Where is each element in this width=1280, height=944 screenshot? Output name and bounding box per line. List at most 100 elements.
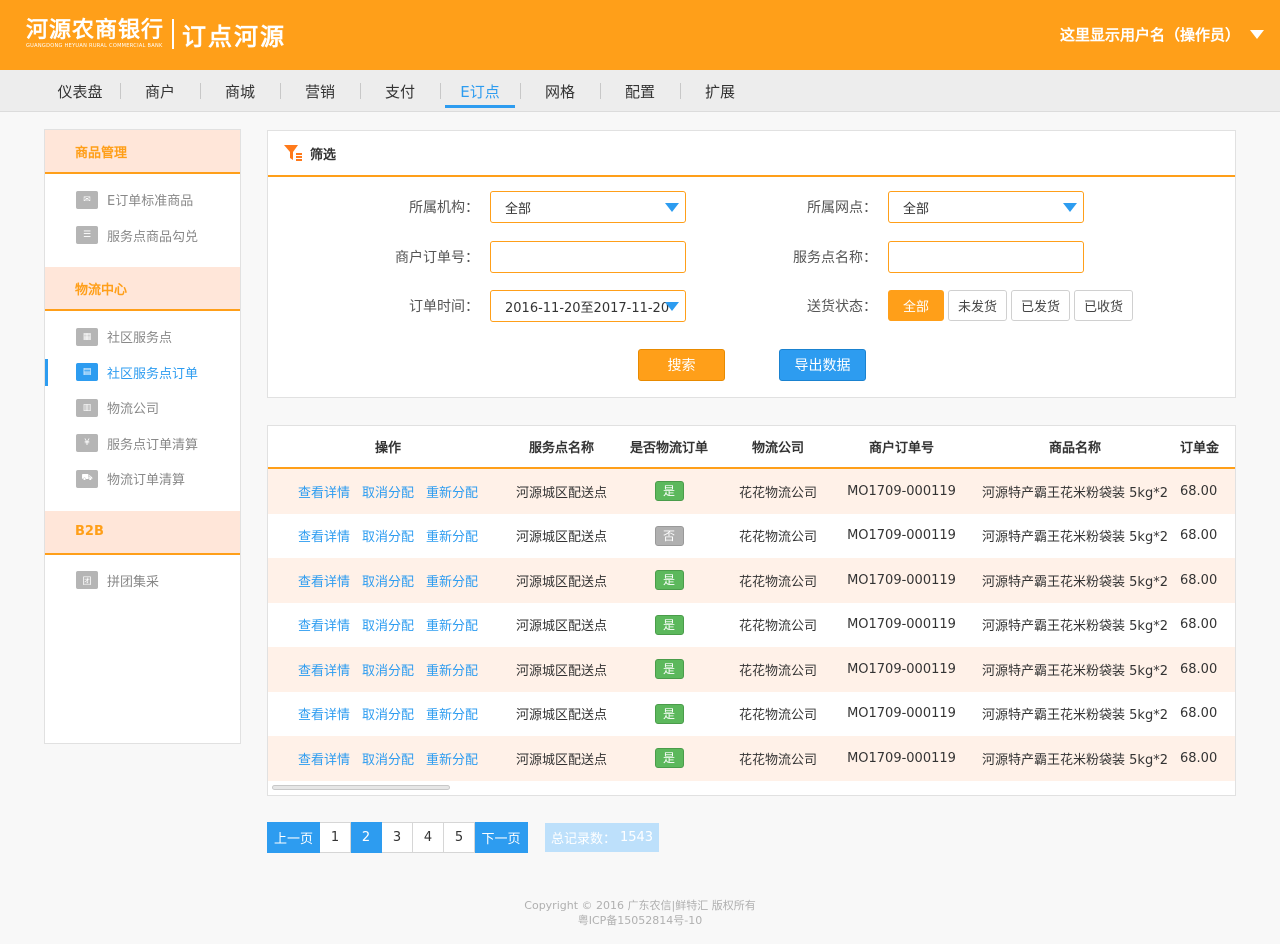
page-button[interactable]: 1 xyxy=(320,822,351,853)
sidebar-item[interactable]: ¥ 服务点订单清算 xyxy=(45,426,240,462)
sidebar-item-label: 拼团集采 xyxy=(107,574,160,590)
order-no-cell: MO1709-000119 xyxy=(847,528,956,544)
row-action-link[interactable]: 取消分配 xyxy=(362,615,414,634)
nav-item-8[interactable]: 扩展 xyxy=(680,70,760,112)
row-action-link[interactable]: 重新分配 xyxy=(426,660,478,679)
row-action-link[interactable]: 查看详情 xyxy=(298,704,350,723)
logistics-badge: 是 xyxy=(654,748,684,769)
row-action-link[interactable]: 重新分配 xyxy=(426,749,478,768)
row-action-link[interactable]: 重新分配 xyxy=(426,704,478,723)
service-point-cell: 河源城区配送点 xyxy=(515,619,607,635)
bank-logo[interactable]: 河源农商银行 GUANGDONG HEYUAN RURAL COMMERCIAL… xyxy=(26,18,287,51)
merchant-order-input[interactable] xyxy=(490,241,686,273)
row-actions: 查看详情 取消分配 重新分配 xyxy=(268,526,508,545)
row-action-link[interactable]: 取消分配 xyxy=(362,482,414,501)
app-name: 订点河源 xyxy=(182,22,287,51)
row-action-link[interactable]: 重新分配 xyxy=(426,615,478,634)
page-button[interactable]: 4 xyxy=(413,822,444,853)
row-action-link[interactable]: 取消分配 xyxy=(362,704,414,723)
product-cell: 河源特产霸王花米粉袋装 5kg*2 xyxy=(982,574,1168,590)
row-action-link[interactable]: 取消分配 xyxy=(362,526,414,545)
order-time-select[interactable]: 2016-11-20至2017-11-20 xyxy=(490,290,686,322)
nav-item-3[interactable]: 营销 xyxy=(280,70,360,112)
row-action-link[interactable]: 查看详情 xyxy=(298,660,350,679)
store-icon: ▦ xyxy=(76,327,98,346)
outlet-select[interactable]: 全部 xyxy=(888,191,1084,223)
service-point-cell: 河源城区配送点 xyxy=(515,752,607,768)
sidebar-item[interactable]: ✉ E订单标准商品 xyxy=(45,182,240,218)
nav-item-2[interactable]: 商城 xyxy=(200,70,280,112)
delivery-status-button[interactable]: 已发货 xyxy=(1011,290,1071,321)
search-button[interactable]: 搜索 xyxy=(638,349,725,381)
prev-page-button[interactable]: 上一页 xyxy=(267,822,320,853)
sidebar-item-label: 社区服务点 xyxy=(107,331,173,347)
bank-name: 河源农商银行 xyxy=(26,18,165,43)
sidebar-list: ✉ E订单标准商品 ☰ 服务点商品勾兑 xyxy=(45,174,240,267)
column-header: 服务点名称 xyxy=(528,441,594,456)
service-point-cell: 河源城区配送点 xyxy=(515,708,607,724)
table-row: 查看详情 取消分配 重新分配 河源城区配送点是花花物流公司 MO1709-000119 河… xyxy=(268,692,1235,737)
nav-item-7[interactable]: 配置 xyxy=(600,70,680,112)
row-action-link[interactable]: 重新分配 xyxy=(426,571,478,590)
delivery-status-button[interactable]: 全部 xyxy=(888,290,944,321)
row-action-link[interactable]: 重新分配 xyxy=(426,526,478,545)
user-menu[interactable]: 这里显示用户名（操作员） xyxy=(1060,24,1264,45)
delivery-status-button[interactable]: 未发货 xyxy=(948,290,1008,321)
company-cell: 花花物流公司 xyxy=(738,752,817,768)
nav-item-4[interactable]: 支付 xyxy=(360,70,440,112)
sidebar-group-title: 物流中心 xyxy=(45,267,240,311)
product-cell: 河源特产霸王花米粉袋装 5kg*2 xyxy=(982,663,1168,679)
sidebar-item[interactable]: ▤ 社区服务点订单 xyxy=(45,355,240,391)
row-action-link[interactable]: 查看详情 xyxy=(298,615,350,634)
page-button[interactable]: 2 xyxy=(351,822,382,853)
is-logistics-cell: 是 xyxy=(615,703,723,724)
envelope-icon: ✉ xyxy=(76,190,98,209)
row-action-link[interactable]: 重新分配 xyxy=(426,482,478,501)
sidebar-group: 商品管理 ✉ E订单标准商品 ☰ 服务点商品勾兑 xyxy=(45,130,240,267)
filter-title: 筛选 xyxy=(310,147,337,163)
company-cell: 花花物流公司 xyxy=(738,708,817,724)
order-icon: ▤ xyxy=(76,363,98,382)
merchant-order-label: 商户订单号： xyxy=(395,250,479,266)
service-point-input[interactable] xyxy=(888,241,1084,273)
nav-item-6[interactable]: 网格 xyxy=(520,70,600,112)
product-cell: 河源特产霸王花米粉袋装 5kg*2 xyxy=(982,708,1168,724)
org-select[interactable]: 全部 xyxy=(490,191,686,223)
row-action-link[interactable]: 查看详情 xyxy=(298,526,350,545)
sidebar-item[interactable]: ☰ 服务点商品勾兑 xyxy=(45,218,240,254)
sidebar-item[interactable]: 团拼团集采 xyxy=(45,563,240,599)
row-action-link[interactable]: 查看详情 xyxy=(298,482,350,501)
sidebar-group: B2B 团拼团集采 xyxy=(45,510,240,613)
copyright-text: Copyright © 2016 广东农信|鲜特汇 版权所有 xyxy=(524,899,756,912)
table-row: 查看详情 取消分配 重新分配 河源城区配送点否花花物流公司 MO1709-000119 河… xyxy=(268,514,1235,559)
delivery-label: 送货状态： xyxy=(807,298,877,315)
row-action-link[interactable]: 查看详情 xyxy=(298,749,350,768)
column-header: 订单金 xyxy=(1180,441,1220,456)
nav-item-0[interactable]: 仪表盘 xyxy=(40,70,120,112)
export-button[interactable]: 导出数据 xyxy=(779,349,866,381)
building-icon: ▥ xyxy=(76,398,98,417)
row-action-link[interactable]: 取消分配 xyxy=(362,571,414,590)
order-no-cell: MO1709-000119 xyxy=(847,750,956,766)
horizontal-scrollbar[interactable] xyxy=(272,785,450,790)
row-actions: 查看详情 取消分配 重新分配 xyxy=(268,571,508,590)
sidebar-list: ▦ 社区服务点 ▤ 社区服务点订单 ▥ 物流公司 ¥ 服务点订单清算 ⛟ 物流订单清算 xyxy=(45,311,240,511)
next-page-button[interactable]: 下一页 xyxy=(475,822,528,853)
top-header: 河源农商银行 GUANGDONG HEYUAN RURAL COMMERCIAL… xyxy=(0,0,1280,70)
company-cell: 花花物流公司 xyxy=(738,530,817,546)
nav-item-5[interactable]: E订点 xyxy=(440,70,520,112)
delivery-row: 送货状态： 全部 未发货 已发货 已收货 xyxy=(666,290,1134,321)
sidebar-item[interactable]: ⛟ 物流订单清算 xyxy=(45,461,240,497)
product-cell: 河源特产霸王花米粉袋装 5kg*2 xyxy=(982,485,1168,501)
delivery-status-button[interactable]: 已收货 xyxy=(1074,290,1134,321)
page-button[interactable]: 3 xyxy=(382,822,413,853)
is-logistics-cell: 是 xyxy=(615,481,723,502)
product-cell: 河源特产霸王花米粉袋装 5kg*2 xyxy=(982,530,1168,546)
nav-item-1[interactable]: 商户 xyxy=(120,70,200,112)
row-action-link[interactable]: 取消分配 xyxy=(362,660,414,679)
page-button[interactable]: 5 xyxy=(444,822,475,853)
row-action-link[interactable]: 查看详情 xyxy=(298,571,350,590)
row-action-link[interactable]: 取消分配 xyxy=(362,749,414,768)
sidebar-item[interactable]: ▦ 社区服务点 xyxy=(45,319,240,355)
sidebar-item[interactable]: ▥ 物流公司 xyxy=(45,390,240,426)
